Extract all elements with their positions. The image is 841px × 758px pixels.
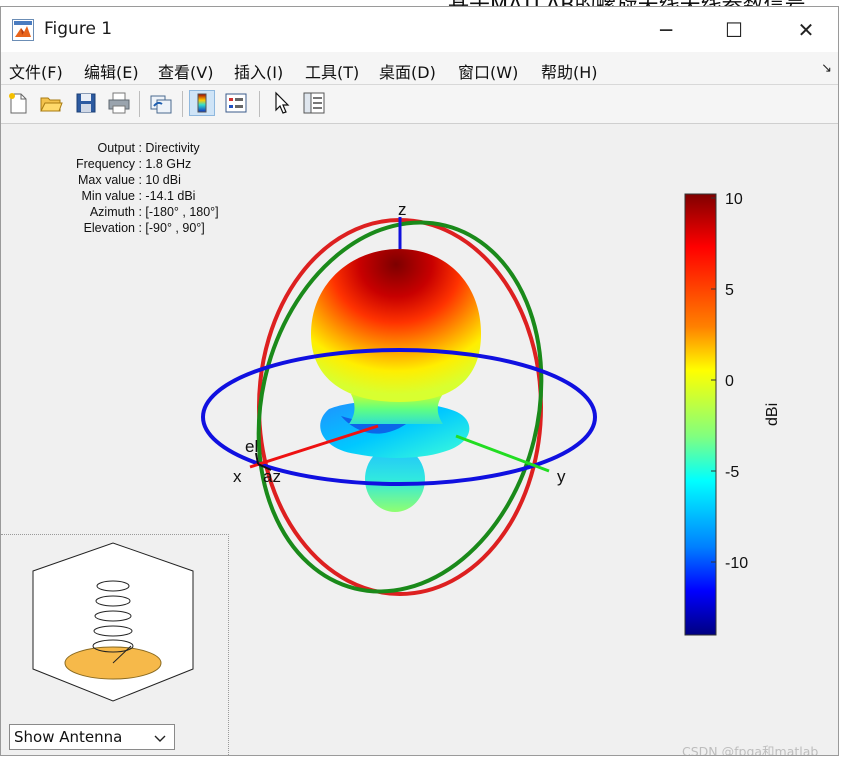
info-row-max: Max value : 10 dBi	[78, 173, 181, 187]
antenna-preview-panel	[1, 534, 229, 755]
info-row-frequency: Frequency : 1.8 GHz	[75, 157, 192, 171]
antenna-preview[interactable]	[21, 541, 241, 721]
toolbar-separator	[182, 91, 183, 117]
colorbar-icon[interactable]	[189, 90, 215, 116]
az-label: az	[263, 467, 281, 486]
colorbar-tick-0: 0	[725, 373, 734, 390]
x-axis-label: x	[233, 467, 242, 486]
info-row-min: Min value : -14.1 dBi	[81, 189, 196, 203]
chevron-down-icon	[154, 730, 166, 748]
colorbar[interactable]: 10 5 0 -5 -10 dBi	[681, 186, 811, 646]
menu-tools[interactable]: 工具(T)	[305, 59, 359, 83]
save-icon[interactable]	[73, 90, 99, 116]
window-title: Figure 1	[44, 19, 113, 39]
menu-view[interactable]: 查看(V)	[158, 59, 213, 83]
menu-bar: 文件(F) 编辑(E) 查看(V) 插入(I) 工具(T) 桌面(D) 窗口(W…	[1, 52, 838, 84]
toolbar-separator	[259, 91, 260, 117]
pattern-main-lobe	[311, 249, 481, 402]
close-button[interactable]: ✕	[772, 7, 838, 52]
maximize-button[interactable]: ☐	[700, 7, 768, 52]
colorbar-tick-10: 10	[725, 191, 743, 208]
menu-window[interactable]: 窗口(W)	[458, 59, 518, 83]
pointer-icon[interactable]	[268, 90, 294, 116]
show-antenna-dropdown[interactable]: Show Antenna	[9, 724, 175, 750]
el-label: el	[245, 437, 258, 456]
info-row-output: Output : Directivity	[97, 141, 200, 155]
legend-icon[interactable]	[223, 90, 249, 116]
colorbar-gradient	[684, 193, 717, 636]
print-icon[interactable]	[106, 90, 132, 116]
new-figure-icon[interactable]	[5, 90, 31, 116]
menu-desktop[interactable]: 桌面(D)	[379, 59, 436, 83]
link-plot-icon[interactable]	[148, 90, 174, 116]
z-axis-label: z	[398, 204, 407, 219]
y-axis-label: y	[557, 467, 566, 486]
toolbar-separator	[139, 91, 140, 117]
colorbar-tick-neg10: -10	[725, 555, 748, 572]
menu-file[interactable]: 文件(F)	[9, 59, 63, 83]
undock-icon[interactable]: ↘	[821, 60, 832, 76]
colorbar-tick-neg5: -5	[725, 464, 739, 481]
colorbar-tick-5: 5	[725, 282, 734, 299]
matlab-figure-icon	[12, 19, 34, 46]
watermark: CSDN @fpga和matlab	[682, 744, 819, 756]
maximize-icon: ☐	[725, 17, 743, 42]
toolbar	[1, 84, 838, 124]
figure-window: Figure 1 ─ ☐ ✕ 文件(F) 编辑(E) 查看(V) 插入(I) 工…	[0, 6, 839, 756]
open-file-icon[interactable]	[38, 90, 64, 116]
show-antenna-value: Show Antenna	[14, 728, 123, 746]
close-icon: ✕	[797, 17, 815, 42]
title-bar[interactable]: Figure 1 ─ ☐ ✕	[1, 7, 838, 52]
plot-area: Output : Directivity Frequency : 1.8 GHz…	[1, 124, 838, 756]
menu-insert[interactable]: 插入(I)	[234, 59, 283, 83]
colorbar-label: dBi	[764, 403, 781, 426]
minimize-icon: ─	[659, 17, 673, 42]
menu-help[interactable]: 帮助(H)	[541, 59, 598, 83]
menu-edit[interactable]: 编辑(E)	[84, 59, 139, 83]
minimize-button[interactable]: ─	[632, 7, 700, 52]
property-inspector-icon[interactable]	[301, 90, 327, 116]
